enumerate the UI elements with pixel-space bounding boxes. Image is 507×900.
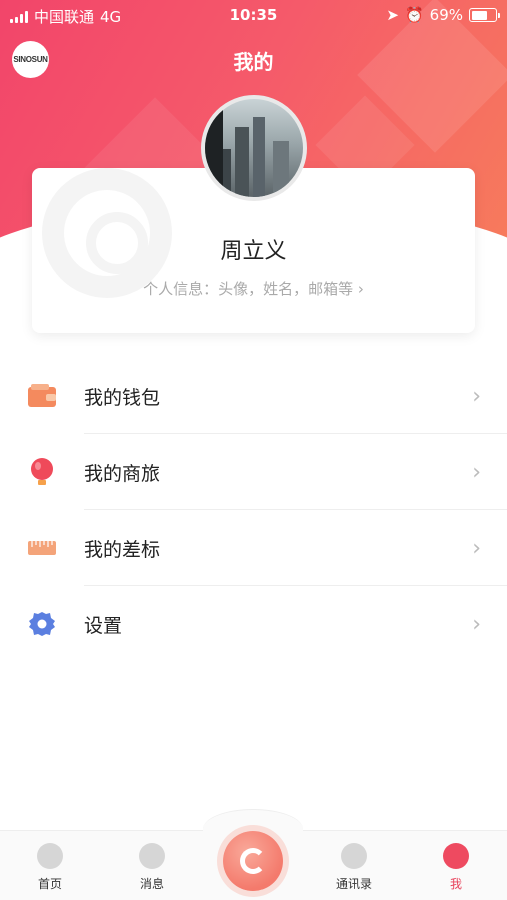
menu-label: 我的商旅 bbox=[84, 462, 161, 485]
tab-label: 我 bbox=[449, 877, 462, 891]
user-icon bbox=[443, 843, 469, 869]
menu-label: 设置 bbox=[84, 614, 123, 637]
tab-home[interactable]: 首页 bbox=[10, 843, 90, 892]
status-bar: 中国联通 4G 10:35 ➤ ⏰ 69% bbox=[0, 0, 507, 30]
message-icon bbox=[139, 843, 165, 869]
menu-label: 我的差标 bbox=[84, 538, 161, 561]
page-title: 我的 bbox=[233, 50, 274, 74]
ruler-icon bbox=[28, 541, 56, 555]
chevron-right-icon: › bbox=[472, 535, 481, 561]
battery-icon bbox=[469, 8, 500, 22]
avatar[interactable] bbox=[201, 95, 307, 201]
profile-info-link[interactable]: 个人信息：头像，姓名，邮箱等 › bbox=[32, 278, 475, 299]
chevron-right-icon: › bbox=[472, 459, 481, 485]
center-action-button[interactable] bbox=[223, 831, 283, 891]
gear-icon bbox=[29, 612, 55, 636]
tab-label: 通讯录 bbox=[335, 877, 372, 891]
menu-list: 我的钱包 › 我的商旅 › 我的差标 › 设置 › bbox=[0, 358, 507, 662]
chevron-right-icon: › bbox=[472, 383, 481, 409]
tab-label: 消息 bbox=[139, 877, 164, 891]
alarm-icon: ⏰ bbox=[404, 6, 424, 24]
home-icon bbox=[37, 843, 63, 869]
chevron-right-icon: › bbox=[472, 611, 481, 637]
tab-contacts[interactable]: 通讯录 bbox=[314, 843, 394, 892]
menu-item-business-travel[interactable]: 我的商旅 › bbox=[0, 434, 507, 510]
user-name: 周立义 bbox=[220, 239, 287, 264]
balloon-icon bbox=[31, 458, 53, 485]
battery-label: 69% bbox=[429, 6, 463, 24]
tab-label: 首页 bbox=[37, 877, 62, 891]
menu-label: 我的钱包 bbox=[84, 386, 161, 409]
menu-item-travel-standard[interactable]: 我的差标 › bbox=[0, 510, 507, 586]
menu-item-wallet[interactable]: 我的钱包 › bbox=[0, 358, 507, 434]
location-icon: ➤ bbox=[386, 6, 399, 24]
contacts-icon bbox=[341, 843, 367, 869]
menu-item-settings[interactable]: 设置 › bbox=[0, 586, 507, 662]
tab-me[interactable]: 我 bbox=[416, 843, 496, 892]
wallet-icon bbox=[28, 384, 56, 407]
status-right: ➤ ⏰ 69% bbox=[386, 6, 500, 24]
bottom-tab-bar: 首页 消息 通讯录 我 bbox=[0, 809, 507, 900]
tab-messages[interactable]: 消息 bbox=[112, 843, 192, 892]
